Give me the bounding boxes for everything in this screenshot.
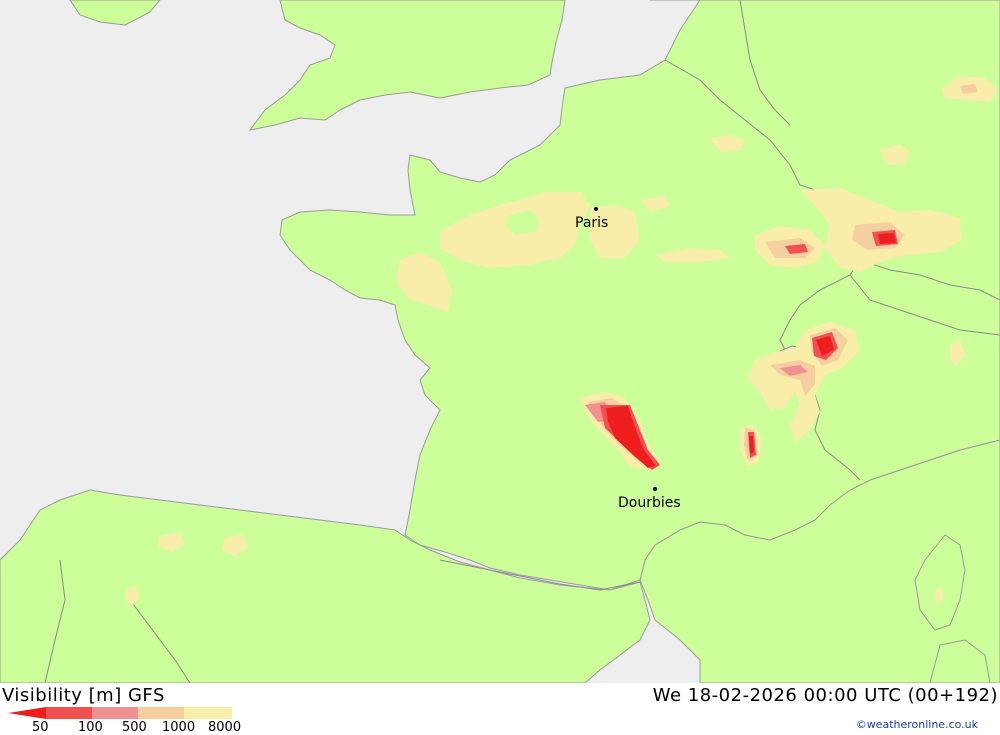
city-label-paris: Paris <box>575 215 608 231</box>
legend-swatch-50 <box>8 707 46 719</box>
visibility-legend-bar <box>8 707 232 719</box>
legend-swatch-100 <box>46 707 92 719</box>
legend-swatch-500 <box>92 707 138 719</box>
credit-link[interactable]: ©weatheronline.co.uk <box>856 718 978 731</box>
visibility-map: Paris Dourbies <box>0 0 1000 683</box>
city-label-dourbies: Dourbies <box>618 495 681 511</box>
map-title: Visibility [m] GFS <box>2 685 165 706</box>
legend-swatch-1000 <box>138 707 184 719</box>
map-datetime: We 18-02-2026 00:00 UTC (00+192) <box>652 685 998 706</box>
map-footer: Visibility [m] GFS We 18-02-2026 00:00 U… <box>0 683 1000 735</box>
legend-swatch-8000 <box>184 707 232 719</box>
